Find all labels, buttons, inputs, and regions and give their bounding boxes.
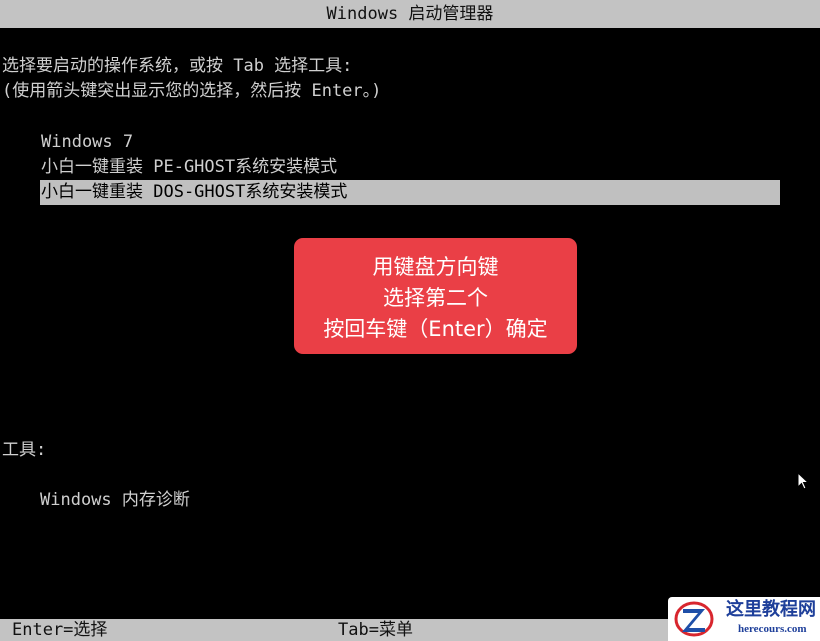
- prompt-instruction: 选择要启动的操作系统，或按 Tab 选择工具:: [2, 56, 353, 76]
- prompt-hint: (使用箭头键突出显示您的选择，然后按 Enter。): [2, 81, 382, 101]
- os-entry-pe-ghost[interactable]: 小白一键重装 PE-GHOST系统安装模式: [40, 155, 780, 180]
- callout-line-1: 用键盘方向键: [372, 255, 499, 279]
- status-tab-hint: Tab=菜单: [338, 620, 413, 640]
- os-entry-windows-7[interactable]: Windows 7: [40, 130, 780, 155]
- instruction-callout: 用键盘方向键 选择第二个 按回车键（Enter）确定: [294, 238, 577, 354]
- callout-line-2: 选择第二个: [383, 286, 488, 310]
- watermark-url: herecours.com: [738, 623, 807, 635]
- mouse-pointer-icon: [797, 472, 809, 490]
- os-list: Windows 7 小白一键重装 PE-GHOST系统安装模式 小白一键重装 D…: [40, 130, 780, 205]
- status-enter-hint: Enter=选择: [12, 620, 108, 640]
- z-logo-icon: [674, 601, 714, 637]
- os-entry-dos-ghost[interactable]: 小白一键重装 DOS-GHOST系统安装模式: [40, 180, 780, 205]
- window-title-bar: Windows 启动管理器: [0, 0, 820, 28]
- tool-entry-memory-diagnostic[interactable]: Windows 内存诊断: [40, 488, 190, 513]
- callout-line-3: 按回车键（Enter）确定: [323, 317, 548, 341]
- tools-heading: 工具:: [2, 440, 47, 460]
- site-watermark: 这里教程网 herecours.com: [668, 597, 820, 641]
- tools-list: Windows 内存诊断: [40, 488, 190, 513]
- window-title: Windows 启动管理器: [326, 4, 494, 24]
- watermark-title: 这里教程网: [726, 599, 816, 620]
